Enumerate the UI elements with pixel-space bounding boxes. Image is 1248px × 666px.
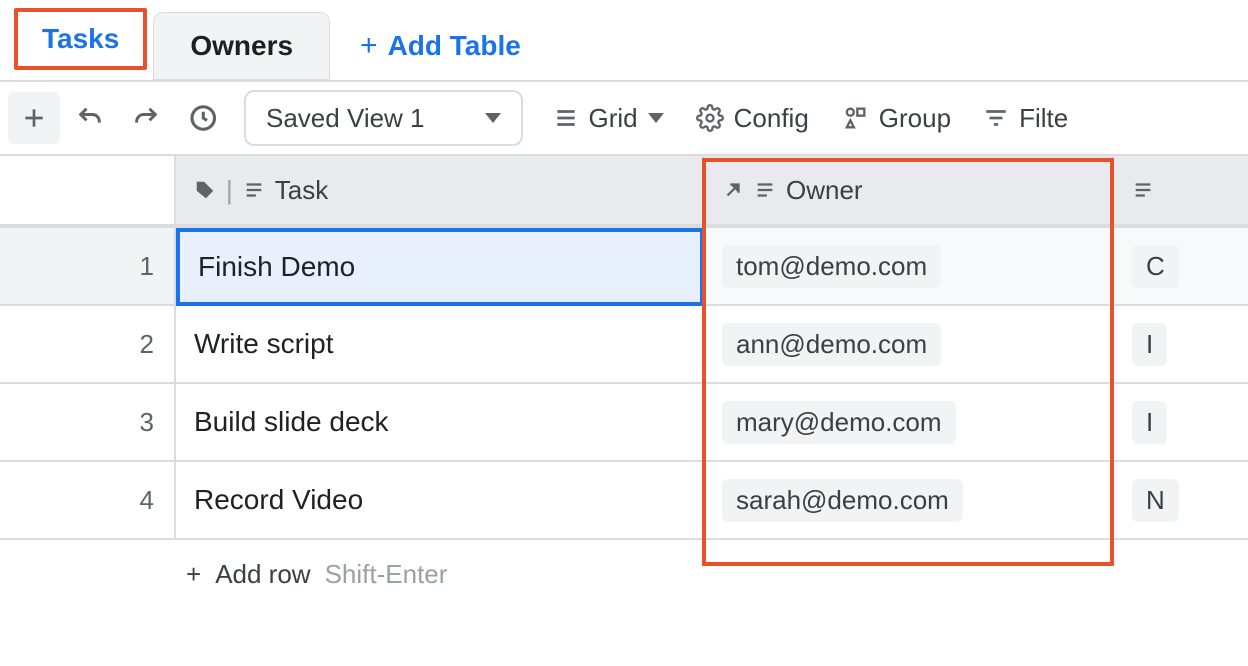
arrow-up-right-icon — [722, 179, 744, 201]
tag-icon — [194, 179, 216, 201]
divider: | — [226, 175, 233, 206]
cell-owner[interactable]: sarah@demo.com — [704, 462, 1114, 540]
cell-extra[interactable]: C — [1114, 228, 1248, 306]
tab-owners[interactable]: Owners — [153, 12, 330, 80]
text-icon — [754, 179, 776, 201]
undo-button[interactable] — [64, 92, 116, 144]
header-owner-label: Owner — [786, 175, 863, 206]
table-row: 2 Write script ann@demo.com I — [0, 306, 1248, 384]
header-row: | Task Owner — [0, 156, 1248, 228]
config-label: Config — [734, 103, 809, 134]
table-row: 1 Finish Demo tom@demo.com C — [0, 228, 1248, 306]
saved-view-label: Saved View 1 — [266, 103, 425, 134]
cell-owner[interactable]: tom@demo.com — [704, 228, 1114, 306]
config-button[interactable]: Config — [682, 103, 823, 134]
plus-icon: + — [186, 559, 201, 590]
row-number[interactable]: 1 — [0, 228, 176, 306]
view-type-dropdown[interactable]: Grid — [539, 103, 678, 134]
owner-chip: sarah@demo.com — [722, 479, 963, 522]
owner-chip: mary@demo.com — [722, 401, 956, 444]
cell-owner[interactable]: mary@demo.com — [704, 384, 1114, 462]
data-grid: | Task Owner 1 Finish Demo tom@demo.com … — [0, 154, 1248, 608]
extra-chip: N — [1132, 479, 1179, 522]
header-task[interactable]: | Task — [176, 156, 704, 226]
add-button[interactable] — [8, 92, 60, 144]
plus-icon: + — [360, 31, 378, 61]
filter-label: Filte — [1019, 103, 1068, 134]
row-number[interactable]: 3 — [0, 384, 176, 462]
header-owner[interactable]: Owner — [704, 156, 1114, 226]
cell-task[interactable]: Write script — [176, 306, 704, 384]
cell-extra[interactable]: I — [1114, 384, 1248, 462]
view-type-label: Grid — [589, 103, 638, 134]
sheet-tabs: Tasks Owners + Add Table — [0, 0, 1248, 80]
toolbar: Saved View 1 Grid Config Group Filte — [0, 80, 1248, 154]
redo-button[interactable] — [120, 92, 172, 144]
extra-chip: I — [1132, 323, 1167, 366]
chevron-down-icon — [648, 113, 664, 123]
history-button[interactable] — [176, 92, 228, 144]
saved-view-dropdown[interactable]: Saved View 1 — [244, 90, 523, 146]
header-task-label: Task — [275, 175, 328, 206]
text-icon — [1132, 179, 1154, 201]
extra-chip: I — [1132, 401, 1167, 444]
text-icon — [243, 179, 265, 201]
filter-button[interactable]: Filte — [969, 103, 1082, 134]
row-number[interactable]: 2 — [0, 306, 176, 384]
header-extra[interactable] — [1114, 156, 1248, 226]
cell-task[interactable]: Record Video — [176, 462, 704, 540]
cell-task[interactable]: Build slide deck — [176, 384, 704, 462]
table-row: 4 Record Video sarah@demo.com N — [0, 462, 1248, 540]
cell-task[interactable]: Finish Demo — [176, 228, 704, 306]
extra-chip: C — [1132, 245, 1179, 288]
owner-chip: tom@demo.com — [722, 245, 941, 288]
add-row-hint: Shift-Enter — [325, 559, 448, 590]
chevron-down-icon — [485, 113, 501, 123]
add-table-button[interactable]: + Add Table — [330, 12, 551, 80]
row-number[interactable]: 4 — [0, 462, 176, 540]
tab-tasks[interactable]: Tasks — [14, 8, 147, 70]
owner-chip: ann@demo.com — [722, 323, 941, 366]
cell-extra[interactable]: N — [1114, 462, 1248, 540]
group-label: Group — [879, 103, 951, 134]
header-index — [0, 156, 176, 226]
cell-owner[interactable]: ann@demo.com — [704, 306, 1114, 384]
group-button[interactable]: Group — [827, 103, 965, 134]
add-table-label: Add Table — [388, 30, 521, 62]
add-row-label: Add row — [215, 559, 310, 590]
cell-extra[interactable]: I — [1114, 306, 1248, 384]
table-row: 3 Build slide deck mary@demo.com I — [0, 384, 1248, 462]
add-row-button[interactable]: + Add row Shift-Enter — [0, 540, 1248, 608]
